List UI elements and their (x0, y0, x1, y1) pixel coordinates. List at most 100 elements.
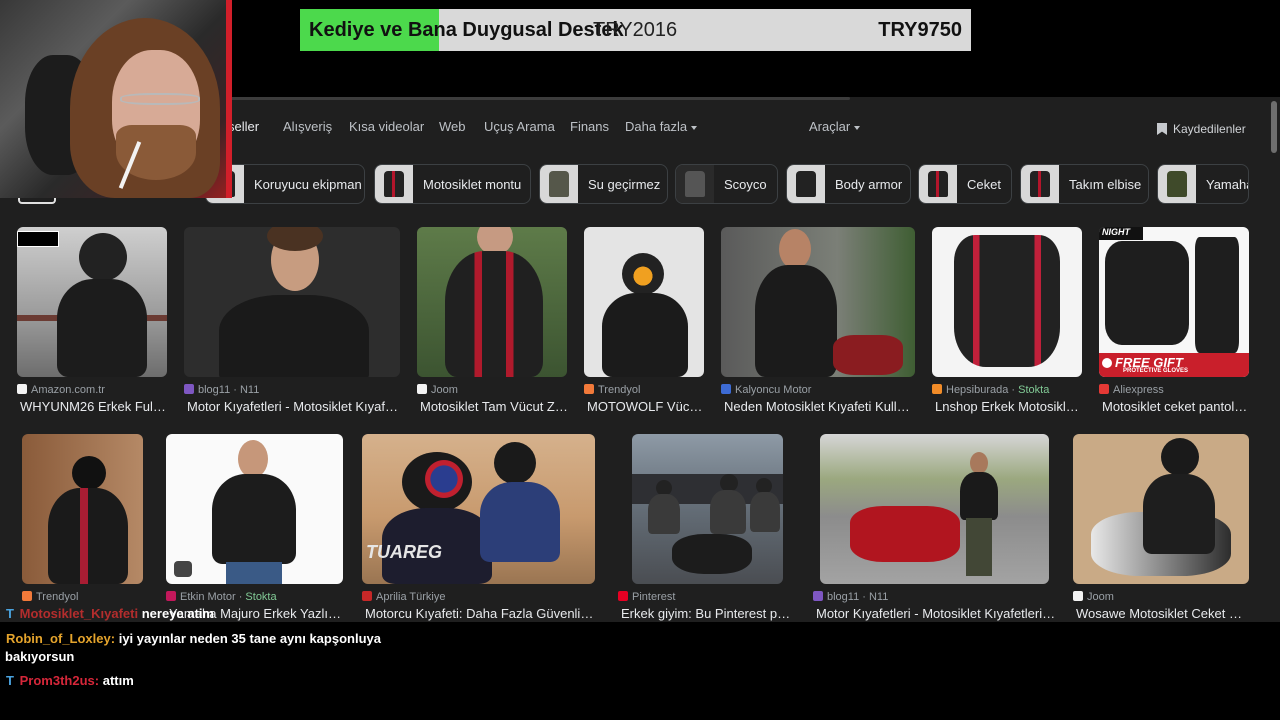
tab-shopping[interactable]: Alışveriş (283, 119, 332, 134)
saved-label: Kaydedilenler (1173, 122, 1246, 136)
image-result-6[interactable]: Hepsiburada · Stokta Lnshop Erkek Motosi… (932, 227, 1083, 417)
motorcycle (833, 335, 903, 375)
result-caption[interactable]: Lnshop Erkek Motosiklet... (935, 399, 1083, 414)
result-image (721, 227, 915, 377)
tools-button[interactable]: Araçlar (809, 119, 861, 134)
result-source: Aliexpress (1113, 384, 1164, 396)
tab-short-videos[interactable]: Kısa videolar (349, 119, 424, 134)
result-source: Joom (1087, 591, 1114, 603)
result-image (417, 227, 567, 377)
chip-label: Ceket (967, 176, 1001, 192)
stream-screen: seller Alışveriş Kısa videolar Web Uçuş … (0, 0, 1280, 720)
chip-ceket[interactable]: Ceket (918, 164, 1012, 204)
donation-raised: TRY2016 (593, 19, 678, 41)
chip-scoyco[interactable]: Scoyco (675, 164, 778, 204)
man-figure (751, 227, 841, 377)
saved-button[interactable]: Kaydedilenler (1157, 122, 1246, 136)
scrollbar[interactable] (1271, 101, 1277, 153)
helmet-rider (594, 243, 694, 377)
man-figure (956, 452, 1002, 576)
donation-title: Kediye ve Bana Duygusal Destek (309, 19, 624, 41)
chevron-down-icon (691, 125, 698, 130)
result-source: Kalyoncu Motor (735, 384, 812, 396)
chat-username: Robin_of_Loxley: (6, 631, 116, 646)
tag-icon (174, 561, 192, 577)
image-result-10[interactable]: TUAREG Aprilia Türkiye Motorcu Kıyafeti:… (362, 434, 596, 622)
result-source: Joom (431, 384, 458, 396)
result-caption[interactable]: Motosiklet Tam Vücut Zı... (420, 399, 568, 414)
result-source: Etkin Motor (180, 591, 236, 603)
chip-label: Scoyco (724, 176, 767, 192)
chip-label: Yamaha (1206, 176, 1249, 192)
result-caption[interactable]: Motor Kıyafetleri - Motosiklet Kıyafetl.… (187, 399, 401, 414)
result-image (22, 434, 143, 584)
image-result-4[interactable]: Trendyol MOTOWOLF Vücu... (584, 227, 705, 417)
search-bar-edge (230, 97, 850, 100)
image-result-1[interactable]: Amazon.com.tr WHYUNM26 Erkek Full ... (17, 227, 168, 417)
image-result-2[interactable]: blog11 · N11 Motor Kıyafetleri - Motosik… (184, 227, 401, 417)
donation-goal-bar: Kediye ve Bana Duygusal Destek TRY2016 T… (300, 9, 971, 51)
chip-label: Takım elbise (1069, 176, 1142, 192)
tab-sellers[interactable]: seller (228, 119, 259, 134)
chip-su-gecirmez[interactable]: Su geçirmez (539, 164, 668, 204)
chat-overlay: T Motosiklet_Kıyafeti nereye atim Robin_… (0, 603, 760, 720)
tab-more[interactable]: Daha fazla (625, 119, 698, 134)
chat-message: T Prom3th2us: attım (6, 673, 134, 688)
result-caption[interactable]: Neden Motosiklet Kıyafeti Kullan... (724, 399, 916, 414)
stock-label: Stokta (1018, 384, 1050, 396)
armor-figure (439, 227, 549, 377)
chat-text: iyi yayınlar neden 35 tane aynı kapşonlu… (118, 631, 381, 646)
chip-body-armor[interactable]: Body armor (786, 164, 911, 204)
chip-thumbnail (540, 165, 578, 203)
result-caption[interactable]: Motor Kıyafetleri - Motosiklet Kıyafetle… (816, 606, 1057, 621)
tab-finance[interactable]: Finans (570, 119, 609, 134)
chip-label: Motosiklet montu (423, 176, 522, 192)
chip-thumbnail (919, 165, 957, 203)
image-result-12[interactable]: blog11 · N11 Motor Kıyafetleri - Motosik… (813, 434, 1057, 622)
jacket (1105, 241, 1189, 345)
result-caption[interactable]: Motosiklet ceket pantolo... (1102, 399, 1250, 414)
result-image (632, 434, 783, 584)
result-source: Trendyol (36, 591, 79, 603)
result-source: Trendyol (598, 384, 641, 396)
bike-text: TUAREG (366, 542, 442, 562)
brand-badge: NIGHT (1099, 227, 1143, 240)
donation-goal: TRY9750 (878, 19, 962, 41)
image-result-7[interactable]: NIGHT FREE GIFT PROTECTIVE GLOVES Aliexp… (1099, 227, 1250, 417)
image-result-8[interactable]: Trendyol (22, 434, 143, 622)
webcam-overlay (0, 0, 232, 198)
rider-figure (30, 452, 130, 584)
man-figure (219, 227, 369, 377)
chip-motosiklet-montu[interactable]: Motosiklet montu (374, 164, 531, 204)
motorcycle (850, 506, 960, 562)
bookmark-icon (1157, 123, 1167, 135)
result-source: Aprilia Türkiye (376, 591, 446, 603)
result-source: blog11 · N11 (827, 591, 889, 603)
armor-jacket (954, 235, 1060, 367)
result-source: Pinterest (632, 591, 676, 603)
image-result-13[interactable]: Joom Wosawe Motosiklet Ceket Pa... (1073, 434, 1250, 622)
chat-message: Robin_of_Loxley: iyi yayınlar neden 35 t… (6, 631, 381, 646)
chip-label: Body armor (835, 176, 903, 192)
webcam-border (226, 0, 232, 198)
result-image (184, 227, 400, 377)
tab-web[interactable]: Web (439, 119, 466, 134)
chip-label: Su geçirmez (588, 176, 661, 192)
image-result-9[interactable]: Etkin Motor · Stokta Yamaha Majuro Erkek… (166, 434, 344, 622)
rider-figure (1139, 438, 1219, 568)
chip-thumbnail (375, 165, 413, 203)
result-caption[interactable]: WHYUNM26 Erkek Full ... (20, 399, 168, 414)
result-caption[interactable]: MOTOWOLF Vücu... (587, 399, 705, 414)
chip-takim-elbise[interactable]: Takım elbise (1020, 164, 1149, 204)
image-result-11[interactable]: Pinterest Erkek giyim: Bu Pinterest pan.… (618, 434, 797, 622)
man-figure (202, 440, 306, 584)
result-caption[interactable]: Wosawe Motosiklet Ceket Pa... (1076, 606, 1250, 621)
chip-thumbnail (676, 165, 714, 203)
result-image (17, 227, 167, 377)
image-result-3[interactable]: Joom Motosiklet Tam Vücut Zı... (417, 227, 568, 417)
image-result-5[interactable]: Kalyoncu Motor Neden Motosiklet Kıyafeti… (721, 227, 916, 417)
chip-yamaha[interactable]: Yamaha (1157, 164, 1249, 204)
tab-flights[interactable]: Uçuş Arama (484, 119, 555, 134)
result-image: TUAREG (362, 434, 595, 584)
chip-thumbnail (1021, 165, 1059, 203)
